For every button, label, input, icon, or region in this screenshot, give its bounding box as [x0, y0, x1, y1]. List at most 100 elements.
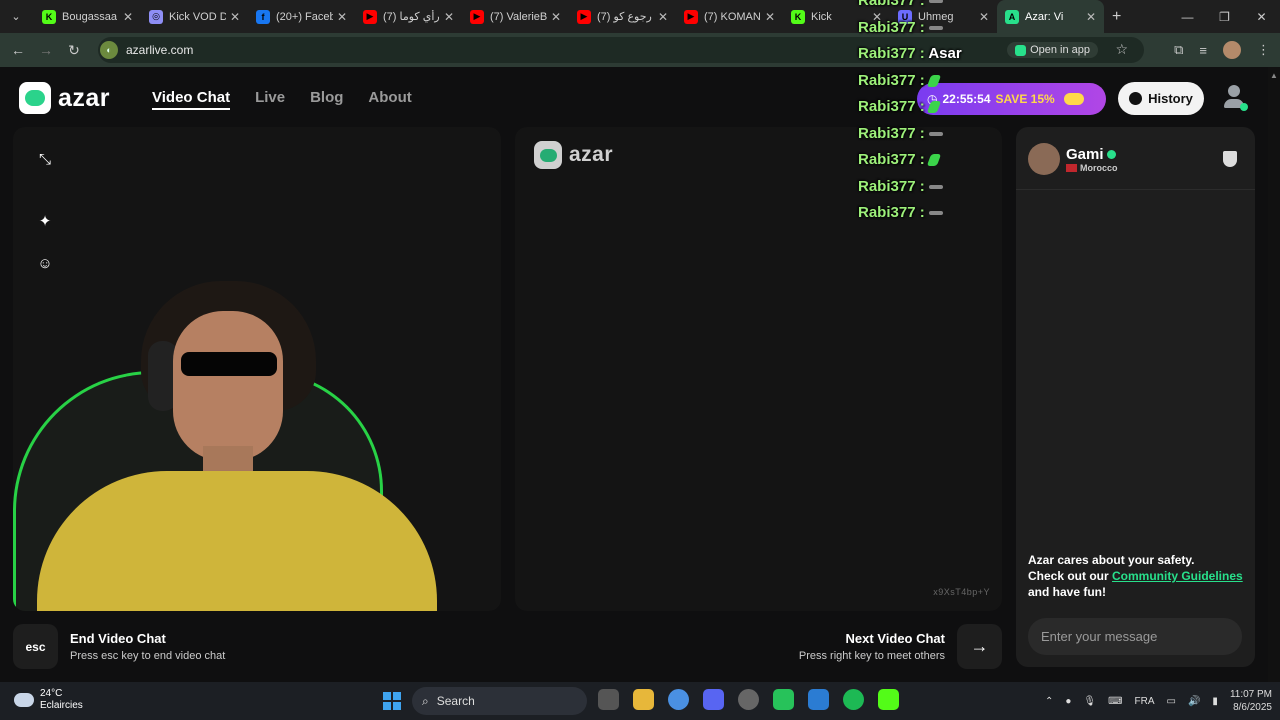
back-arrow-icon[interactable]: ← — [4, 42, 32, 58]
bookmark-star-icon[interactable]: ☆ — [1115, 41, 1128, 58]
browser-tab[interactable]: ▶ (7) رجوع كو ✕ — [569, 0, 676, 33]
safety-text: Azar cares about your safety. — [1028, 553, 1195, 567]
azar-logo[interactable]: azar — [19, 82, 110, 114]
community-guidelines-link[interactable]: Community Guidelines — [1112, 569, 1243, 583]
app-icon[interactable] — [738, 689, 759, 710]
weather-widget[interactable]: 24°C Eclaircies — [14, 688, 83, 712]
tab-favicon-icon: K — [791, 9, 805, 24]
end-chat-title: End Video Chat — [70, 631, 166, 646]
browser-tab[interactable]: ◎ Kick VOD D ✕ — [141, 0, 248, 33]
site-info-icon[interactable]: ◐ — [100, 41, 118, 59]
tab-favicon-icon: K — [42, 9, 56, 24]
browser-tab[interactable]: f (20+) Faceb ✕ — [248, 0, 355, 33]
taskbar-search[interactable]: ⌕ Search — [412, 687, 587, 715]
discord-icon[interactable] — [703, 689, 724, 710]
forward-arrow-icon[interactable]: → — [32, 42, 60, 58]
chrome-icon[interactable] — [668, 689, 689, 710]
network-icon[interactable]: ▭ — [1167, 696, 1176, 707]
chat-text: Asar — [928, 45, 962, 62]
tab-title: Azar: Vi — [1025, 10, 1064, 23]
window-controls: — ❐ ✕ — [1169, 0, 1280, 33]
app-blue-icon[interactable] — [808, 689, 829, 710]
tab-close-icon[interactable]: ✕ — [230, 10, 240, 24]
tab-close-icon[interactable]: ✕ — [337, 10, 347, 24]
user-profile-icon[interactable] — [1222, 85, 1248, 111]
browser-tab[interactable]: ▶ (7) KOMAN ✕ — [676, 0, 783, 33]
reload-icon[interactable]: ↻ — [60, 42, 88, 59]
system-clock[interactable]: 11:07 PM 8/6/2025 — [1230, 688, 1272, 714]
keyboard-icon[interactable]: ⌨ — [1108, 696, 1122, 707]
stream-chat-message: Rabi377 : — [858, 72, 1018, 99]
partner-name-row: Gami — [1066, 146, 1118, 163]
nav-blog[interactable]: Blog — [310, 89, 343, 110]
browser-menu-icon[interactable]: ⋮ — [1257, 42, 1270, 58]
page-scrollbar[interactable]: ▲ — [1268, 67, 1280, 682]
browser-tab[interactable]: K Bougassaa ✕ — [34, 0, 141, 33]
partner-info[interactable]: Gami Morocco — [1028, 143, 1118, 175]
my-camera-feed — [13, 281, 443, 611]
browser-toolbar-right: ⧉ ≡ ⋮ — [1174, 33, 1280, 67]
sparkle-effects-icon[interactable]: ✦ — [35, 211, 55, 231]
tray-chevron-icon[interactable]: ⌃ — [1045, 696, 1053, 707]
chat-emote-icon — [928, 211, 943, 216]
tab-favicon-icon: ▶ — [363, 9, 377, 24]
windows-start-icon[interactable] — [383, 692, 401, 710]
restore-icon[interactable]: ❐ — [1206, 0, 1243, 33]
gem-icon — [1063, 93, 1084, 105]
next-chat-hint: Press right key to meet others — [798, 650, 945, 662]
extensions-icon[interactable]: ⧉ — [1174, 42, 1183, 58]
tab-title: (20+) Faceb — [276, 10, 333, 23]
nav-video-chat[interactable]: Video Chat — [152, 89, 231, 110]
nav-about[interactable]: About — [368, 89, 411, 110]
spotify-icon[interactable] — [843, 689, 864, 710]
chat-username: Rabi377 : — [858, 71, 925, 89]
partner-country: Morocco — [1080, 162, 1118, 173]
file-explorer-icon[interactable] — [633, 689, 654, 710]
tab-close-icon[interactable]: ✕ — [551, 10, 561, 24]
my-video-panel: ⤡ ✦ ☺ — [13, 127, 501, 611]
tab-close-icon[interactable]: ✕ — [1086, 10, 1096, 24]
new-tab-button[interactable]: + — [1112, 8, 1121, 26]
partner-avatar[interactable] — [1028, 143, 1060, 175]
chat-username: Rabi377 : — [858, 124, 925, 142]
language-indicator[interactable]: FRA — [1135, 696, 1155, 707]
minimize-video-icon[interactable]: ⤡ — [35, 149, 55, 169]
temperature: 24°C — [40, 688, 63, 699]
open-in-app-button[interactable]: Open in app — [1007, 42, 1098, 58]
end-chat-button[interactable]: esc — [13, 624, 58, 669]
tab-close-icon[interactable]: ✕ — [444, 10, 454, 24]
chevron-down-icon: ⌄ — [11, 11, 21, 23]
tab-close-icon[interactable]: ✕ — [658, 10, 668, 24]
kick-icon[interactable] — [878, 689, 899, 710]
message-input[interactable] — [1028, 618, 1242, 655]
face-filter-icon[interactable]: ☺ — [35, 253, 55, 273]
cloud-icon — [14, 693, 34, 707]
task-view-icon[interactable] — [598, 689, 619, 710]
play-icon[interactable] — [773, 689, 794, 710]
history-button[interactable]: History — [1118, 82, 1204, 115]
tab-title: Kick VOD D — [169, 10, 226, 23]
close-window-icon[interactable]: ✕ — [1243, 0, 1280, 33]
nav-live[interactable]: Live — [255, 89, 285, 110]
stream-chat-message: Rabi377 : — [858, 19, 1018, 46]
battery-icon[interactable]: ▮ — [1212, 696, 1218, 707]
search-icon: ⌕ — [422, 693, 429, 708]
tab-close-icon[interactable]: ✕ — [765, 10, 775, 24]
verified-icon — [1106, 149, 1116, 159]
tab-close-icon[interactable]: ✕ — [123, 10, 133, 24]
chat-panel: Gami Morocco Azar cares about your safet… — [1016, 127, 1255, 667]
tab-search-button[interactable]: ⌄ — [4, 5, 28, 29]
browser-profile-avatar[interactable] — [1223, 41, 1241, 59]
tray-app-icon[interactable]: ● — [1065, 696, 1071, 707]
minimize-icon[interactable]: — — [1169, 0, 1206, 33]
report-shield-icon[interactable] — [1223, 151, 1237, 167]
volume-icon[interactable]: 🔊 — [1188, 696, 1200, 707]
next-chat-button[interactable]: → — [957, 624, 1002, 669]
browser-tab[interactable]: ▶ (7) ValerieB ✕ — [462, 0, 569, 33]
stream-chat-message: Rabi377 : — [858, 0, 1018, 19]
media-control-icon[interactable]: ≡ — [1199, 43, 1207, 58]
history-label: History — [1148, 91, 1193, 106]
microphone-icon[interactable]: 🎙 — [1083, 696, 1096, 707]
browser-tab[interactable]: ▶ (7) رأي كوما ✕ — [355, 0, 462, 33]
tab-title: Bougassaa — [62, 10, 118, 23]
